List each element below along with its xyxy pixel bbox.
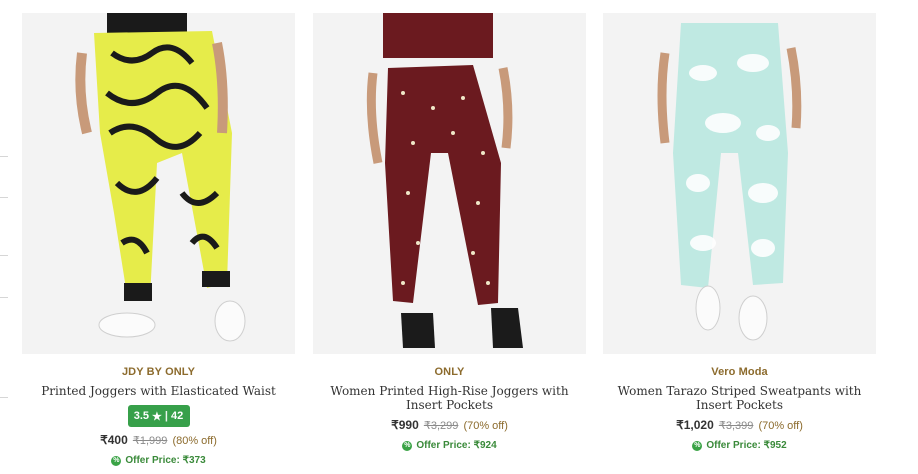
rating-badge: 3.5 ★ | 42	[127, 405, 190, 427]
maroon-print-joggers-image	[313, 13, 586, 354]
rating-score: 3.5	[133, 410, 150, 422]
product-brand: Vero Moda	[711, 366, 768, 378]
price-row: ₹990 ₹3,299 (70% off)	[313, 418, 586, 432]
rating-separator: |	[164, 410, 168, 422]
product-price: ₹1,020	[676, 418, 714, 432]
product-name[interactable]: Printed Joggers with Elasticated Waist	[28, 384, 290, 398]
left-filter-edge	[0, 0, 12, 474]
product-brand: JDY BY ONLY	[121, 366, 196, 378]
product-image[interactable]	[22, 13, 295, 354]
offer-price-label: Offer Price: ₹373	[125, 455, 206, 466]
product-mrp: ₹1,999	[132, 435, 168, 447]
yellow-print-joggers-image	[22, 13, 295, 354]
rating-count: 42	[171, 410, 184, 422]
mint-print-sweatpants-image	[603, 13, 876, 354]
offer-price-label: Offer Price: ₹952	[706, 440, 787, 451]
product-card[interactable]: JDY BY ONLY Printed Joggers with Elastic…	[22, 13, 295, 474]
product-discount: (70% off)	[463, 420, 508, 432]
offer-percent-icon: %	[111, 455, 122, 466]
product-card[interactable]: Vero Moda Women Tarazo Striped Sweatpant…	[603, 13, 876, 474]
product-brand: ONLY	[434, 366, 465, 378]
product-mrp: ₹3,299	[423, 420, 459, 432]
product-mrp: ₹3,399	[718, 420, 754, 432]
offer-price: % Offer Price: ₹952	[603, 440, 876, 451]
product-image[interactable]	[313, 13, 586, 354]
price-row: ₹400 ₹1,999 (80% off)	[22, 433, 295, 447]
offer-price-label: Offer Price: ₹924	[416, 440, 497, 451]
product-price: ₹400	[100, 433, 128, 447]
product-price: ₹990	[391, 418, 419, 432]
product-image[interactable]	[603, 13, 876, 354]
offer-price: % Offer Price: ₹373	[22, 455, 295, 466]
product-card[interactable]: ONLY Women Printed High-Rise Joggers wit…	[313, 13, 586, 474]
offer-percent-icon: %	[402, 440, 413, 451]
offer-percent-icon: %	[692, 440, 703, 451]
product-name[interactable]: Women Printed High-Rise Joggers with Ins…	[319, 384, 581, 412]
product-discount: (70% off)	[758, 420, 803, 432]
product-discount: (80% off)	[172, 435, 217, 447]
price-row: ₹1,020 ₹3,399 (70% off)	[603, 418, 876, 432]
product-name[interactable]: Women Tarazo Striped Sweatpants with Ins…	[609, 384, 871, 412]
star-icon: ★	[152, 410, 162, 423]
offer-price: % Offer Price: ₹924	[313, 440, 586, 451]
